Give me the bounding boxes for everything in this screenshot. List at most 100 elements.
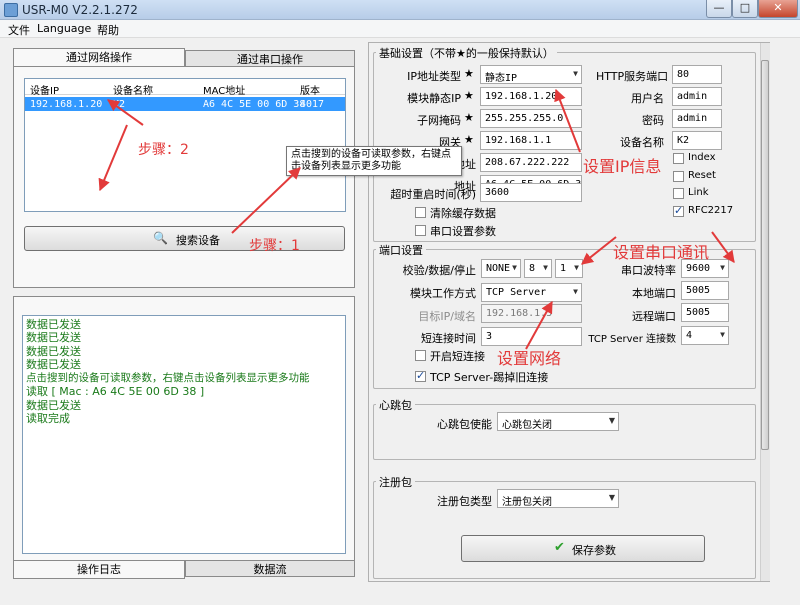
device-name-label: 设备名称 bbox=[620, 136, 664, 149]
password-label: 密码 bbox=[642, 114, 664, 127]
parity-label: 校验/数据/停止 bbox=[402, 264, 476, 277]
reset-checkbox[interactable] bbox=[673, 171, 684, 182]
static-ip-input[interactable]: 192.168.1.20 bbox=[480, 87, 582, 106]
menu-help[interactable]: 帮助 bbox=[97, 22, 119, 38]
heartbeat-label: 心跳包使能 bbox=[437, 418, 492, 431]
tooltip-line: 击设备列表显示更多功能 bbox=[291, 161, 401, 172]
stop-bits-select[interactable]: 1 ▼ bbox=[555, 259, 583, 278]
tab-data-stream[interactable]: 数据流 bbox=[185, 561, 355, 577]
dropdown-arrow-icon: ▼ bbox=[512, 263, 517, 272]
port-settings-title: 端口设置 bbox=[376, 242, 426, 258]
rfc2217-checkbox[interactable] bbox=[673, 204, 684, 217]
local-port-label: 本地端口 bbox=[632, 287, 676, 300]
register-select[interactable]: 注册包关闭 ▼ bbox=[497, 489, 619, 508]
row-version: 4017 bbox=[300, 99, 325, 110]
annotation-step2: 步骤：2 bbox=[138, 142, 189, 158]
register-value: 注册包关闭 bbox=[502, 497, 552, 508]
stop-bits-value: 1 bbox=[560, 263, 567, 274]
dropdown-arrow-icon: ▼ bbox=[574, 263, 579, 272]
timeout-label: 超时重启时间(秒) bbox=[390, 188, 476, 201]
scroll-thumb[interactable] bbox=[761, 60, 769, 450]
save-params-label: 保存参数 bbox=[572, 544, 616, 557]
dns-input[interactable]: 208.67.222.222 bbox=[480, 153, 582, 172]
tab-operation-log[interactable]: 操作日志 bbox=[13, 561, 185, 579]
index-checkbox[interactable] bbox=[673, 153, 684, 164]
tab-serial[interactable]: 通过串口操作 bbox=[185, 50, 355, 66]
dropdown-arrow-icon: ▼ bbox=[573, 287, 578, 296]
row-mac: A6 4C 5E 00 6D 38 bbox=[203, 99, 306, 110]
rfc2217-label: RFC2217 bbox=[688, 205, 734, 216]
annotation-set-serial: 设置串口通讯 bbox=[613, 243, 710, 262]
mode-select[interactable]: TCP Server ▼ bbox=[481, 283, 582, 302]
gateway-input[interactable]: 192.168.1.1 bbox=[480, 131, 582, 150]
parity-select[interactable]: NONE ▼ bbox=[481, 259, 521, 278]
register-label: 注册包类型 bbox=[437, 495, 492, 508]
dropdown-arrow-icon: ▼ bbox=[720, 330, 725, 339]
remote-port-label: 远程端口 bbox=[632, 310, 676, 323]
serial-param-checkbox[interactable] bbox=[415, 225, 426, 236]
mode-label: 模块工作方式 bbox=[410, 287, 476, 300]
menu-file[interactable]: 文件 bbox=[8, 22, 30, 38]
app-icon bbox=[4, 3, 18, 17]
star-icon: ★ bbox=[464, 67, 474, 80]
mode-value: TCP Server bbox=[486, 287, 547, 298]
row-ip: 192.168.1.20 bbox=[30, 99, 103, 110]
conn-count-select[interactable]: 4 ▼ bbox=[681, 326, 729, 345]
short-conn-label: 短连接时间 bbox=[421, 332, 476, 345]
magnifier-icon: 🔍 bbox=[153, 231, 168, 245]
index-label: Index bbox=[688, 152, 716, 163]
log-line: 读取完成 bbox=[26, 412, 70, 425]
annotation-set-ip: 设置IP信息 bbox=[583, 157, 662, 176]
log-line: 读取 [ Mac : A6 4C 5E 00 6D 38 ] bbox=[26, 385, 205, 398]
log-line: 数据已发送 bbox=[26, 345, 81, 358]
basic-settings-title: 基础设置（不带★的一般保持默认） bbox=[376, 45, 557, 61]
ip-type-value: 静态IP bbox=[485, 73, 518, 84]
col-device-ip[interactable]: 设备IP bbox=[30, 82, 59, 97]
local-port-input[interactable]: 5005 bbox=[681, 281, 729, 300]
maximize-button[interactable]: □ bbox=[732, 0, 758, 18]
menu-language[interactable]: Language bbox=[37, 22, 91, 35]
menu-bar bbox=[0, 20, 800, 38]
row-name: K2 bbox=[113, 99, 126, 110]
link-checkbox[interactable] bbox=[673, 188, 684, 199]
short-conn-input[interactable]: 3 bbox=[481, 327, 582, 346]
conn-count-value: 4 bbox=[686, 330, 693, 341]
timeout-input[interactable]: 3600 bbox=[480, 183, 582, 202]
device-name-input[interactable]: K2 bbox=[672, 131, 722, 150]
heartbeat-select[interactable]: 心跳包关闭 ▼ bbox=[497, 412, 619, 431]
col-device-name[interactable]: 设备名称 bbox=[113, 82, 153, 97]
window-title: USR-M0 V2.2.1.272 bbox=[22, 3, 138, 17]
close-button[interactable]: ✕ bbox=[758, 0, 798, 18]
search-device-label: 搜索设备 bbox=[176, 234, 220, 247]
clear-cache-checkbox[interactable] bbox=[415, 207, 426, 218]
minimize-button[interactable]: — bbox=[706, 0, 732, 18]
checkmark-icon: ✔ bbox=[554, 540, 565, 555]
log-line: 点击搜到的设备可读取参数，右键点击设备列表显示更多功能 bbox=[26, 372, 310, 384]
data-bits-select[interactable]: 8 ▼ bbox=[524, 259, 552, 278]
conn-count-label: TCP Server 连接数 bbox=[588, 334, 676, 345]
ip-type-label: IP地址类型 bbox=[407, 70, 461, 83]
username-input[interactable]: admin bbox=[672, 87, 722, 106]
ip-type-select[interactable]: 静态IP ▼ bbox=[480, 65, 582, 84]
log-line: 数据已发送 bbox=[26, 358, 81, 371]
dropdown-arrow-icon: ▼ bbox=[720, 263, 725, 272]
username-label: 用户名 bbox=[631, 92, 664, 105]
subnet-input[interactable]: 255.255.255.0 bbox=[480, 109, 582, 128]
dropdown-arrow-icon: ▼ bbox=[543, 263, 548, 272]
tooltip-line: 点击搜到的设备可读取参数，右键点 bbox=[291, 149, 451, 160]
target-input[interactable]: 192.168.1.5 bbox=[481, 304, 582, 323]
heartbeat-title: 心跳包 bbox=[376, 397, 415, 413]
password-input[interactable]: admin bbox=[672, 109, 722, 128]
link-label: Link bbox=[688, 187, 709, 198]
col-mac[interactable]: MAC地址 bbox=[203, 82, 245, 97]
log-line: 数据已发送 bbox=[26, 331, 81, 344]
parity-value: NONE bbox=[486, 263, 511, 274]
remote-port-input[interactable]: 5005 bbox=[681, 303, 729, 322]
http-port-input[interactable]: 80 bbox=[672, 65, 722, 84]
tab-network[interactable]: 通过网络操作 bbox=[13, 48, 185, 66]
kick-old-checkbox[interactable] bbox=[415, 369, 426, 382]
enable-short-checkbox[interactable] bbox=[415, 350, 426, 361]
dropdown-arrow-icon: ▼ bbox=[608, 416, 615, 425]
col-version[interactable]: 版本 bbox=[300, 82, 320, 97]
dropdown-arrow-icon: ▼ bbox=[573, 69, 578, 78]
